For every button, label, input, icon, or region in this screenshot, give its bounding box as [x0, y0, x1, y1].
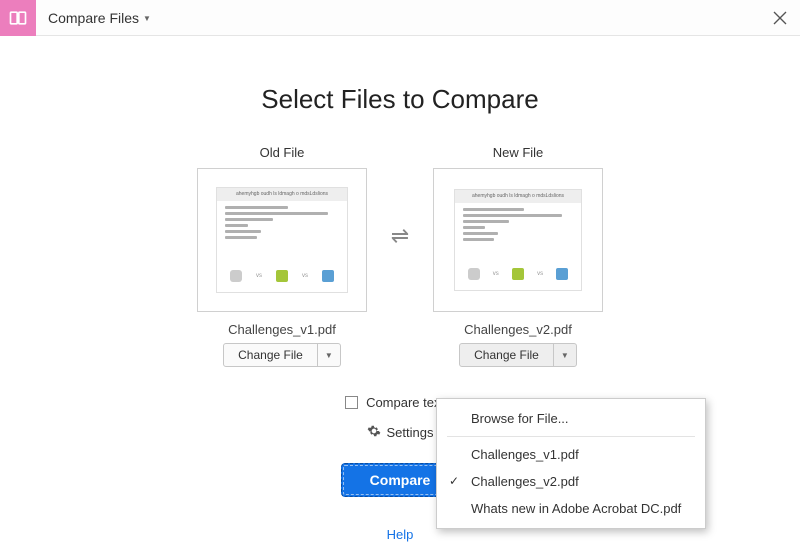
dropdown-separator [447, 436, 695, 437]
new-change-file-button[interactable]: Change File [460, 344, 554, 366]
page-heading: Select Files to Compare [0, 84, 800, 115]
close-button[interactable] [760, 0, 800, 36]
app-icon [0, 0, 36, 36]
old-change-file-button[interactable]: Change File [224, 344, 318, 366]
old-file-label: Old File [260, 145, 305, 160]
file-panes: Old File ahemyhgb oudh ls ldmagh o mdsLd… [0, 145, 800, 367]
settings-label: Settings [387, 425, 434, 440]
gear-icon [367, 424, 381, 441]
dropdown-file-item[interactable]: Challenges_v1.pdf [437, 441, 705, 468]
help-link[interactable]: Help [387, 527, 414, 542]
old-file-pane: Old File ahemyhgb oudh ls ldmagh o mdsLd… [197, 145, 367, 367]
swap-files-icon[interactable]: ⇌ [385, 145, 415, 247]
old-change-file-dropdown-toggle[interactable]: ▼ [318, 344, 340, 366]
change-file-dropdown-menu: Browse for File... Challenges_v1.pdf Cha… [436, 398, 706, 529]
dropdown-file-item[interactable]: Challenges_v2.pdf [437, 468, 705, 495]
dropdown-browse-item[interactable]: Browse for File... [437, 405, 705, 432]
window-title[interactable]: Compare Files ▼ [48, 10, 151, 26]
new-change-file-dropdown-toggle[interactable]: ▼ [554, 344, 576, 366]
new-file-label: New File [493, 145, 544, 160]
new-file-thumbnail[interactable]: ahemyhgb oudh ls ldmagh o mdsLdslions vs [433, 168, 603, 312]
window-title-label: Compare Files [48, 10, 139, 26]
compare-text-only-checkbox[interactable] [345, 396, 358, 409]
chevron-down-icon: ▼ [143, 14, 151, 23]
new-file-pane: New File ahemyhgb oudh ls ldmagh o mdsLd… [433, 145, 603, 367]
old-change-file-split-button: Change File ▼ [223, 343, 341, 367]
dropdown-file-item[interactable]: Whats new in Adobe Acrobat DC.pdf [437, 495, 705, 522]
new-file-name: Challenges_v2.pdf [464, 322, 572, 337]
old-file-name: Challenges_v1.pdf [228, 322, 336, 337]
titlebar: Compare Files ▼ [0, 0, 800, 36]
old-file-thumbnail[interactable]: ahemyhgb oudh ls ldmagh o mdsLdslions vs [197, 168, 367, 312]
new-change-file-split-button: Change File ▼ [459, 343, 577, 367]
settings-link[interactable]: Settings [367, 424, 434, 441]
main-panel: Select Files to Compare Old File ahemyhg… [0, 36, 800, 542]
